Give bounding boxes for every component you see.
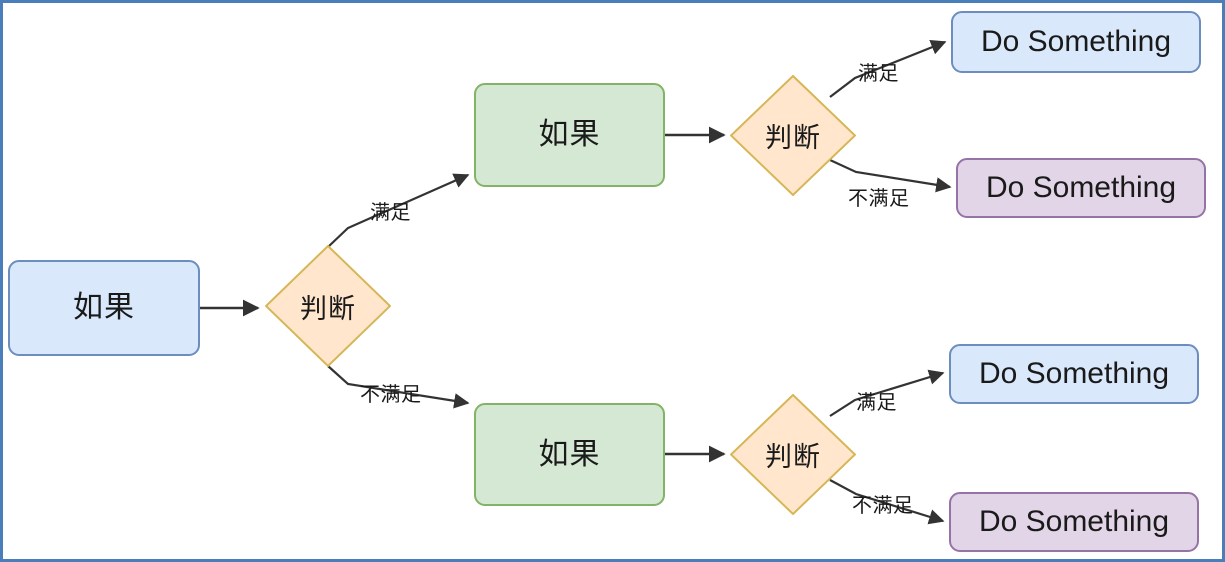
node-start-if[interactable]: 如果 (8, 260, 200, 356)
node-do-top-no[interactable]: Do Something (956, 158, 1206, 218)
node-if-top[interactable]: 如果 (474, 83, 665, 187)
node-do-top-yes-label: Do Something (980, 25, 1172, 58)
node-do-bottom-yes-label: Do Something (978, 357, 1170, 390)
edge-label-decide1-satisfied: 满足 (370, 202, 411, 224)
node-do-bottom-yes[interactable]: Do Something (949, 344, 1199, 404)
edge-label-decidetop-satisfied: 满足 (858, 63, 899, 85)
edge-label-decidebottom-satisfied: 满足 (856, 392, 897, 414)
node-if-top-label: 如果 (538, 118, 601, 151)
node-decide-bottom[interactable]: 判断 (730, 394, 856, 515)
node-do-top-yes[interactable]: Do Something (951, 11, 1201, 73)
node-decide-1-label: 判断 (300, 293, 356, 324)
edge-label-decide1-not-satisfied: 不满足 (360, 384, 422, 406)
node-do-bottom-no-label: Do Something (978, 505, 1170, 538)
node-start-if-label: 如果 (73, 291, 135, 324)
node-decide-top[interactable]: 判断 (730, 75, 856, 196)
node-decide-bottom-label: 判断 (765, 442, 821, 472)
node-if-bottom-label: 如果 (538, 437, 601, 471)
node-if-bottom[interactable]: 如果 (474, 403, 665, 506)
node-decide-top-label: 判断 (765, 123, 821, 153)
node-do-top-no-label: Do Something (985, 171, 1177, 204)
edge-label-decidebottom-not-satisfied: 不满足 (852, 495, 914, 517)
edge-label-decidetop-not-satisfied: 不满足 (848, 188, 910, 210)
node-decide-1[interactable]: 判断 (265, 245, 391, 367)
flowchart-canvas: 如果 判断 如果 判断 Do Something Do Something 如果… (0, 0, 1225, 562)
node-do-bottom-no[interactable]: Do Something (949, 492, 1199, 552)
